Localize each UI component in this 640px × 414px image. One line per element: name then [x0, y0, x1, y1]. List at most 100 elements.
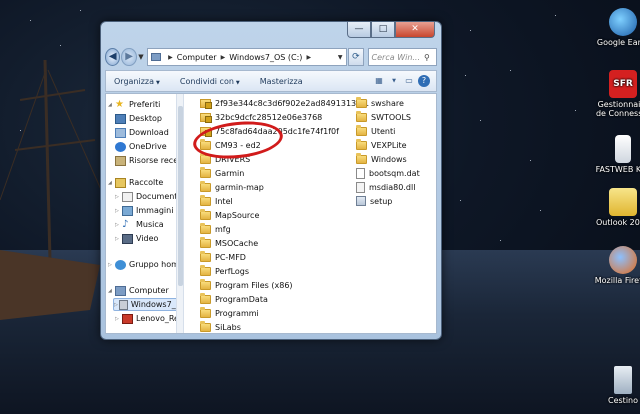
breadcrumb-chevron-icon: ▶ — [306, 53, 312, 61]
folder-icon — [200, 208, 211, 220]
nav-favorites[interactable]: ◢ ★ Preferiti — [108, 98, 160, 111]
minimize-button[interactable]: — — [347, 22, 371, 38]
preview-pane-icon[interactable]: ▭ — [403, 75, 415, 87]
nav-libraries[interactable]: ◢ Raccolte — [108, 176, 163, 189]
back-button[interactable]: ◀ — [105, 48, 121, 66]
refresh-button[interactable]: ⟳ — [348, 48, 364, 66]
search-input[interactable]: Cerca Win... ⚲ — [367, 48, 437, 66]
nav-onedrive[interactable]: OneDrive — [115, 140, 167, 153]
list-item[interactable]: msdia80.dll — [356, 181, 415, 193]
locked-folder-icon — [200, 98, 212, 109]
nav-scrollbar[interactable] — [176, 94, 183, 333]
list-item[interactable]: PC-MFD — [200, 250, 246, 263]
address-bar[interactable]: ▶ Computer ▶ Windows7_OS (C:) ▶ ▼ — [147, 48, 348, 66]
desktop-icon-firefox[interactable]: Mozilla Firefox — [593, 246, 640, 285]
navigation-pane: ◢ ★ Preferiti Desktop Download OneDrive Ri… — [106, 94, 184, 333]
list-item[interactable]: mfg — [200, 222, 231, 235]
breadcrumb-chevron-icon: ▶ — [220, 53, 226, 61]
recent-pages-dropdown[interactable]: ▼ — [137, 53, 145, 61]
desktop-icon-recycle-bin[interactable]: Cestino — [593, 366, 640, 405]
burn-button[interactable]: Masterizza — [260, 77, 303, 86]
desktop-icon-sfr[interactable]: SFR Gestionnaire de Conness... — [593, 70, 640, 118]
view-options-icon[interactable]: ▦ — [373, 75, 385, 87]
desktop-icon — [115, 113, 126, 124]
nav-download[interactable]: Download — [115, 126, 169, 139]
maximize-button[interactable]: □ — [371, 22, 395, 38]
homegroup-icon — [115, 259, 126, 270]
list-item[interactable]: Intel — [200, 194, 233, 207]
forward-button[interactable]: ▶ — [121, 48, 137, 66]
nav-computer[interactable]: ◢ Computer — [108, 284, 169, 297]
list-item[interactable]: ProgramData — [200, 292, 268, 305]
explorer-window: — □ ✕ ◀ ▶ ▼ ▶ Computer ▶ Windows7_OS (C:… — [100, 21, 442, 340]
folder-icon — [356, 96, 367, 108]
view-dropdown-icon[interactable]: ▼ — [391, 75, 397, 87]
recent-places-icon — [115, 155, 126, 166]
list-item[interactable]: 2f93e344c8c3d6f902e2ad8491313df1 — [200, 97, 369, 109]
list-item[interactable]: 32bc9dcfc28512e06e3768 — [200, 111, 322, 123]
nav-recent[interactable]: Risorse recen — [115, 154, 183, 167]
list-item[interactable]: MSOCache — [200, 236, 258, 249]
list-item[interactable]: swshare — [356, 96, 404, 109]
list-item[interactable]: PerfLogs — [200, 264, 249, 277]
desktop-icon-fastweb-key[interactable]: FASTWEB Key — [593, 135, 640, 174]
locked-folder-icon — [200, 112, 212, 123]
computer-small-icon — [151, 53, 162, 61]
list-item[interactable]: setup — [356, 195, 392, 207]
usb-key-icon — [615, 135, 631, 163]
list-item[interactable]: Windows — [356, 152, 407, 165]
share-with-button[interactable]: Condividi con ▼ — [180, 77, 240, 86]
folder-icon — [200, 180, 211, 192]
globe-icon — [609, 8, 637, 36]
search-icon: ⚲ — [424, 52, 430, 62]
folder-icon — [356, 124, 367, 136]
outlook-icon — [609, 188, 637, 216]
close-button[interactable]: ✕ — [395, 22, 435, 38]
help-icon[interactable]: ? — [418, 75, 430, 87]
firefox-icon — [609, 246, 637, 274]
drive-icon — [119, 299, 128, 310]
list-item[interactable]: Program Files (x86) — [200, 278, 293, 291]
nav-video[interactable]: ▷ Video — [115, 232, 158, 245]
nav-drive-d[interactable]: ▷ Lenovo_Reco — [115, 312, 183, 325]
star-icon: ★ — [115, 98, 124, 110]
folder-icon — [200, 194, 211, 206]
breadcrumb-drive[interactable]: Windows7_OS (C:) — [229, 53, 302, 62]
breadcrumb-chevron-icon: ▶ — [168, 53, 173, 61]
list-item[interactable]: Garmin — [200, 166, 244, 179]
list-item[interactable]: VEXPLite — [356, 138, 407, 151]
desktop-icon-google-earth[interactable]: Google Earth — [593, 8, 640, 47]
address-dropdown-icon[interactable]: ▼ — [334, 54, 346, 61]
title-bar[interactable]: — □ ✕ — [101, 22, 441, 44]
documents-icon — [122, 191, 133, 202]
nav-desktop[interactable]: Desktop — [115, 112, 162, 125]
dll-file-icon — [356, 181, 365, 193]
list-item[interactable]: Utenti — [356, 124, 395, 137]
breadcrumb-computer[interactable]: Computer — [177, 53, 217, 62]
nav-homegroup[interactable]: ▷ Gruppo home — [108, 258, 183, 271]
list-item[interactable]: SWTOOLS — [356, 110, 411, 123]
folder-icon — [200, 292, 211, 304]
nav-images[interactable]: ▷ Immagini — [115, 204, 173, 217]
nav-scrollbar-thumb[interactable] — [178, 106, 183, 286]
navigation-bar: ◀ ▶ ▼ ▶ Computer ▶ Windows7_OS (C:) ▶ ▼ … — [105, 46, 437, 68]
computer-icon — [115, 285, 126, 296]
cloud-icon — [115, 141, 126, 152]
setup-file-icon — [356, 196, 366, 206]
organize-button[interactable]: Organizza ▼ — [114, 77, 160, 86]
list-item[interactable]: garmin-map — [200, 180, 264, 193]
folder-icon — [200, 236, 211, 248]
nav-drive-c[interactable]: ▷ Windows7_O — [113, 298, 183, 311]
folder-icon — [200, 250, 211, 262]
folder-icon — [356, 138, 367, 150]
list-item[interactable]: Programmi — [200, 306, 259, 319]
desktop-icon-outlook[interactable]: Outlook 2003 — [593, 188, 640, 227]
nav-music[interactable]: ▷ ♪ Musica — [115, 218, 164, 231]
folder-icon — [356, 152, 367, 164]
nav-documents[interactable]: ▷ Documenti — [115, 190, 180, 203]
list-item[interactable]: SiLabs — [200, 320, 241, 333]
list-item[interactable]: bootsqm.dat — [356, 167, 420, 179]
download-icon — [115, 127, 126, 138]
folder-icon — [200, 306, 211, 318]
list-item[interactable]: MapSource — [200, 208, 259, 221]
